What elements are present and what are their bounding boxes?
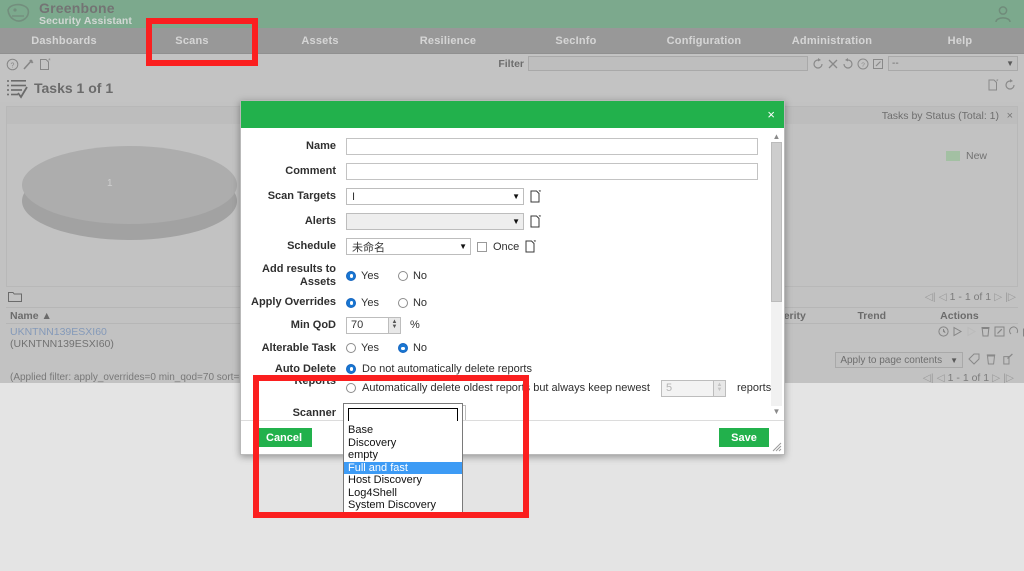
schedule-value: 未命名: [352, 241, 385, 254]
label-min-qod: Min QoD: [290, 319, 336, 332]
new-task-dialog: × Name Comment Scan Targets I ▼ * Alerts…: [240, 100, 785, 455]
scan-targets-value: I: [352, 190, 356, 203]
radio-icon: [346, 297, 356, 308]
radio-icon: [397, 343, 408, 354]
radio-label-yes: Yes: [361, 342, 379, 355]
label-comment: Comment: [285, 165, 336, 178]
chevron-down-icon: ▼: [459, 242, 467, 251]
radio-label-yes: Yes: [361, 296, 379, 309]
auto-delete-keep-option[interactable]: Automatically delete oldest reports but …: [346, 379, 772, 397]
radio-icon: [397, 297, 408, 308]
close-icon[interactable]: ×: [767, 108, 775, 121]
alerts-select[interactable]: ▼: [346, 213, 524, 230]
min-qod-unit: %: [410, 319, 420, 332]
scrollbar-thumb[interactable]: [771, 142, 782, 302]
dropdown-option-empty[interactable]: empty: [344, 449, 462, 462]
name-input[interactable]: [346, 138, 758, 155]
min-qod-stepper[interactable]: ▲▼: [346, 316, 401, 334]
add-results-no-option[interactable]: No: [397, 269, 428, 282]
alterable-yes-option[interactable]: Yes: [346, 342, 379, 354]
dropdown-option-full-and-fast[interactable]: Full and fast: [344, 461, 462, 474]
auto-delete-keep-label: Automatically delete oldest reports but …: [362, 382, 650, 395]
dialog-header: ×: [241, 101, 784, 128]
field-row-alterable-task: Alterable Task Yes No: [241, 342, 784, 355]
field-row-scan-targets: Scan Targets I ▼ *: [241, 188, 784, 205]
label-add-results-to-assets: Add results to Assets: [262, 263, 336, 288]
new-item-icon[interactable]: *: [530, 215, 542, 228]
dialog-scrollbar[interactable]: ▲ ▼: [771, 132, 782, 416]
label-alerts: Alerts: [304, 215, 336, 228]
scan-config-search-input[interactable]: [349, 410, 457, 421]
label-schedule: Schedule: [287, 240, 336, 253]
add-results-yes-option[interactable]: Yes: [346, 270, 379, 282]
apply-overrides-yes-option[interactable]: Yes: [346, 297, 379, 309]
label-scan-targets: Scan Targets: [267, 190, 336, 203]
once-checkbox[interactable]: [477, 241, 487, 252]
radio-label-no: No: [412, 342, 428, 355]
scroll-down-icon[interactable]: ▼: [772, 407, 781, 416]
auto-delete-never-option[interactable]: Do not automatically delete reports: [346, 363, 532, 375]
radio-label-no: No: [412, 269, 428, 282]
field-row-apply-overrides: Apply Overrides Yes No: [241, 296, 784, 309]
field-row-comment: Comment: [241, 163, 784, 180]
svg-text:*: *: [534, 240, 537, 247]
radio-icon: [346, 383, 356, 394]
dialog-body: Name Comment Scan Targets I ▼ * Alerts ▼…: [241, 128, 784, 420]
auto-delete-count-stepper[interactable]: ▲▼: [661, 379, 726, 397]
min-qod-input[interactable]: [346, 316, 388, 334]
dialog-footer: Cancel Save: [241, 420, 784, 454]
field-row-min-qod: Min QoD ▲▼ %: [241, 316, 784, 334]
new-item-icon[interactable]: *: [530, 190, 542, 203]
radio-icon: [346, 343, 356, 354]
new-item-icon[interactable]: *: [525, 240, 537, 253]
scan-config-search-wrapper: [348, 408, 458, 421]
dropdown-option-system-discovery[interactable]: System Discovery: [344, 499, 462, 512]
spinner-buttons-icon[interactable]: ▲ ▼: [713, 379, 726, 397]
radio-icon: [346, 270, 356, 281]
field-row-scanner: Scanner OpenVAS Default ▼: [241, 404, 784, 420]
dropdown-option-host-discovery[interactable]: Host Discovery: [344, 474, 462, 487]
auto-delete-never-label: Do not automatically delete reports: [362, 362, 532, 375]
scan-config-dropdown-list: Base Discovery empty Full and fast Host …: [343, 403, 463, 515]
schedule-select[interactable]: 未命名 ▼: [346, 238, 471, 255]
field-row-schedule: Schedule 未命名 ▼ Once *: [241, 238, 784, 255]
field-row-auto-delete: Auto Delete Reports Do not automatically…: [241, 363, 784, 397]
radio-label-no: No: [412, 296, 428, 309]
comment-input[interactable]: [346, 163, 758, 180]
cancel-button[interactable]: Cancel: [256, 428, 313, 447]
label-name: Name: [306, 140, 336, 153]
spinner-buttons-icon[interactable]: ▲ ▼: [388, 316, 401, 334]
field-row-alerts: Alerts ▼ *: [241, 213, 784, 230]
label-auto-delete-reports: Auto Delete Reports: [274, 362, 336, 388]
radio-icon: [346, 363, 356, 374]
scan-targets-select[interactable]: I ▼: [346, 188, 524, 205]
label-alterable-task: Alterable Task: [261, 341, 336, 354]
resize-grip-icon[interactable]: [772, 442, 782, 452]
save-button[interactable]: Save: [719, 428, 769, 447]
svg-text:*: *: [539, 215, 542, 222]
chevron-down-icon: ▼: [512, 192, 520, 201]
field-row-add-results: Add results to Assets Yes No: [241, 263, 784, 288]
label-scanner: Scanner: [292, 406, 336, 419]
radio-label-yes: Yes: [361, 269, 379, 282]
dropdown-option-log4shell[interactable]: Log4Shell: [344, 487, 462, 500]
dropdown-option-base[interactable]: Base: [344, 424, 462, 437]
svg-text:*: *: [539, 190, 542, 197]
once-label: Once: [493, 240, 520, 253]
label-apply-overrides: Apply Overrides: [251, 296, 336, 309]
radio-icon: [397, 270, 408, 281]
apply-overrides-no-option[interactable]: No: [397, 296, 428, 309]
dropdown-options: Base Discovery empty Full and fast Host …: [344, 424, 462, 514]
auto-delete-suffix: reports: [737, 382, 772, 395]
chevron-down-icon: ▼: [512, 217, 520, 226]
dropdown-option-discovery[interactable]: Discovery: [344, 437, 462, 450]
auto-delete-count-input[interactable]: [661, 379, 713, 397]
alterable-no-option[interactable]: No: [397, 342, 428, 355]
scroll-up-icon[interactable]: ▲: [772, 132, 781, 141]
field-row-name: Name: [241, 138, 784, 155]
